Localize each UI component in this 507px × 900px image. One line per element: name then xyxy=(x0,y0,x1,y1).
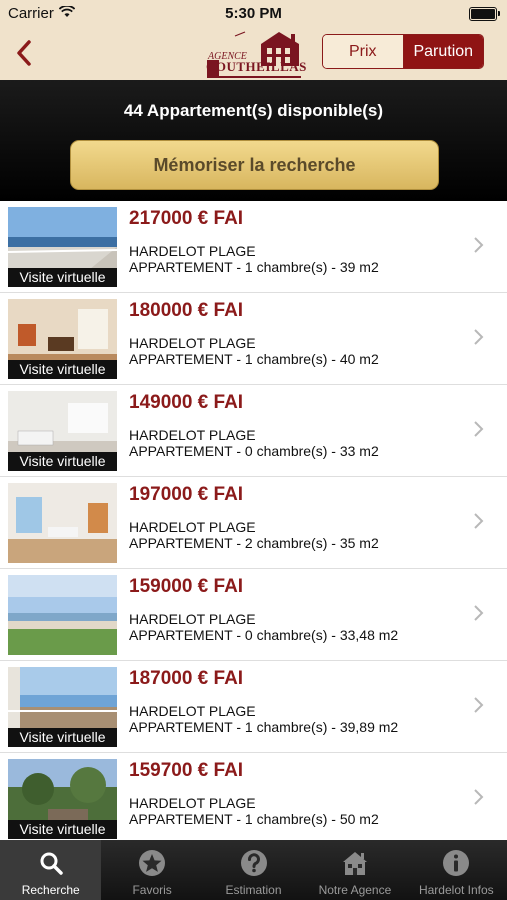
listing-location: HARDELOT PLAGE xyxy=(129,795,256,811)
listing-photo: Visite virtuelle xyxy=(8,299,117,379)
listing-details: APPARTEMENT - 1 chambre(s) - 40 m2 xyxy=(129,351,379,367)
tab-bar: Recherche Favoris Estimation Notre Agenc… xyxy=(0,840,507,900)
listing-price: 180000 € FAI xyxy=(129,300,244,321)
listing-photo: Visite virtuelle xyxy=(8,667,117,747)
sort-by-date-segment[interactable]: Parution xyxy=(403,35,483,68)
sort-segmented-control: Prix Parution xyxy=(322,34,484,69)
listing-row[interactable]: 159000 € FAI HARDELOT PLAGE APPARTEMENT … xyxy=(0,569,507,661)
virtual-tour-badge: Visite virtuelle xyxy=(8,452,117,471)
search-icon xyxy=(40,852,63,875)
listing-price: 159700 € FAI xyxy=(129,760,244,781)
listing-location: HARDELOT PLAGE xyxy=(129,611,256,627)
tab-label: Notre Agence xyxy=(318,883,392,897)
listing-row[interactable]: Visite virtuelle 149000 € FAI HARDELOT P… xyxy=(0,385,507,477)
listing-details: APPARTEMENT - 1 chambre(s) - 50 m2 xyxy=(129,811,379,827)
listing-location: HARDELOT PLAGE xyxy=(129,243,256,259)
listing-price: 217000 € FAI xyxy=(129,208,244,229)
chevron-right-icon xyxy=(474,421,484,437)
sort-by-price-segment[interactable]: Prix xyxy=(323,35,404,68)
logo-text-coutheillas: COUTHEILLAS xyxy=(206,59,307,74)
listing-price: 149000 € FAI xyxy=(129,392,244,413)
listing-photo: Visite virtuelle xyxy=(8,207,117,287)
listing-photo: Visite virtuelle xyxy=(8,759,117,839)
listing-row[interactable]: 197000 € FAI HARDELOT PLAGE APPARTEMENT … xyxy=(0,477,507,569)
listing-photo xyxy=(8,483,117,563)
star-icon xyxy=(139,850,166,876)
listing-photo xyxy=(8,575,117,655)
tab-favoris[interactable]: Favoris xyxy=(101,840,202,900)
results-header: 44 Appartement(s) disponible(s) Mémorise… xyxy=(0,80,507,201)
tab-recherche[interactable]: Recherche xyxy=(0,840,102,900)
chevron-right-icon xyxy=(474,329,484,345)
battery-icon xyxy=(469,7,500,21)
tab-notre-agence[interactable]: Notre Agence xyxy=(304,840,405,900)
house-icon xyxy=(342,852,367,875)
listing-location: HARDELOT PLAGE xyxy=(129,335,256,351)
virtual-tour-badge: Visite virtuelle xyxy=(8,268,117,287)
chevron-right-icon xyxy=(474,237,484,253)
tab-label: Favoris xyxy=(132,883,172,897)
listing-location: HARDELOT PLAGE xyxy=(129,427,256,443)
chevron-right-icon xyxy=(474,513,484,529)
tab-hardelot-infos[interactable]: Hardelot Infos xyxy=(406,840,507,900)
question-icon xyxy=(240,850,267,876)
listing-row[interactable]: Visite virtuelle 187000 € FAI HARDELOT P… xyxy=(0,661,507,753)
listing-list[interactable]: Visite virtuelle 217000 € FAI HARDELOT P… xyxy=(0,201,507,840)
back-chevron-icon[interactable] xyxy=(12,38,36,68)
listing-price: 159000 € FAI xyxy=(129,576,244,597)
listing-location: HARDELOT PLAGE xyxy=(129,519,256,535)
tab-label: Estimation xyxy=(225,883,282,897)
tab-estimation[interactable]: Estimation xyxy=(203,840,304,900)
results-count: 44 Appartement(s) disponible(s) xyxy=(123,101,384,120)
listing-photo: Visite virtuelle xyxy=(8,391,117,471)
listing-row[interactable]: Visite virtuelle 180000 € FAI HARDELOT P… xyxy=(0,293,507,385)
chevron-right-icon xyxy=(474,605,484,621)
listing-location: HARDELOT PLAGE xyxy=(129,703,256,719)
listing-details: APPARTEMENT - 0 chambre(s) - 33,48 m2 xyxy=(129,627,399,643)
listing-price: 197000 € FAI xyxy=(129,484,244,505)
status-bar: Carrier 5:30 PM xyxy=(0,0,507,28)
virtual-tour-badge: Visite virtuelle xyxy=(8,728,117,747)
tab-label: Recherche xyxy=(21,883,80,897)
chevron-right-icon xyxy=(474,789,484,805)
listing-details: APPARTEMENT - 0 chambre(s) - 33 m2 xyxy=(129,443,379,459)
listing-price: 187000 € FAI xyxy=(129,668,244,689)
tab-label: Hardelot Infos xyxy=(418,883,494,897)
listing-row[interactable]: Visite virtuelle 217000 € FAI HARDELOT P… xyxy=(0,201,507,293)
virtual-tour-badge: Visite virtuelle xyxy=(8,820,117,839)
navigation-bar: AGENCE COUTHEILLAS Prix Parution xyxy=(0,28,507,80)
info-icon xyxy=(443,850,470,876)
clock: 5:30 PM xyxy=(225,5,282,22)
chevron-right-icon xyxy=(474,697,484,713)
listing-details: APPARTEMENT - 1 chambre(s) - 39,89 m2 xyxy=(129,719,399,735)
listing-details: APPARTEMENT - 2 chambre(s) - 35 m2 xyxy=(129,535,379,551)
virtual-tour-badge: Visite virtuelle xyxy=(8,360,117,379)
listing-details: APPARTEMENT - 1 chambre(s) - 39 m2 xyxy=(129,259,379,275)
listing-row[interactable]: Visite virtuelle 159700 € FAI HARDELOT P… xyxy=(0,753,507,840)
save-search-button[interactable]: Mémoriser la recherche xyxy=(70,140,439,190)
